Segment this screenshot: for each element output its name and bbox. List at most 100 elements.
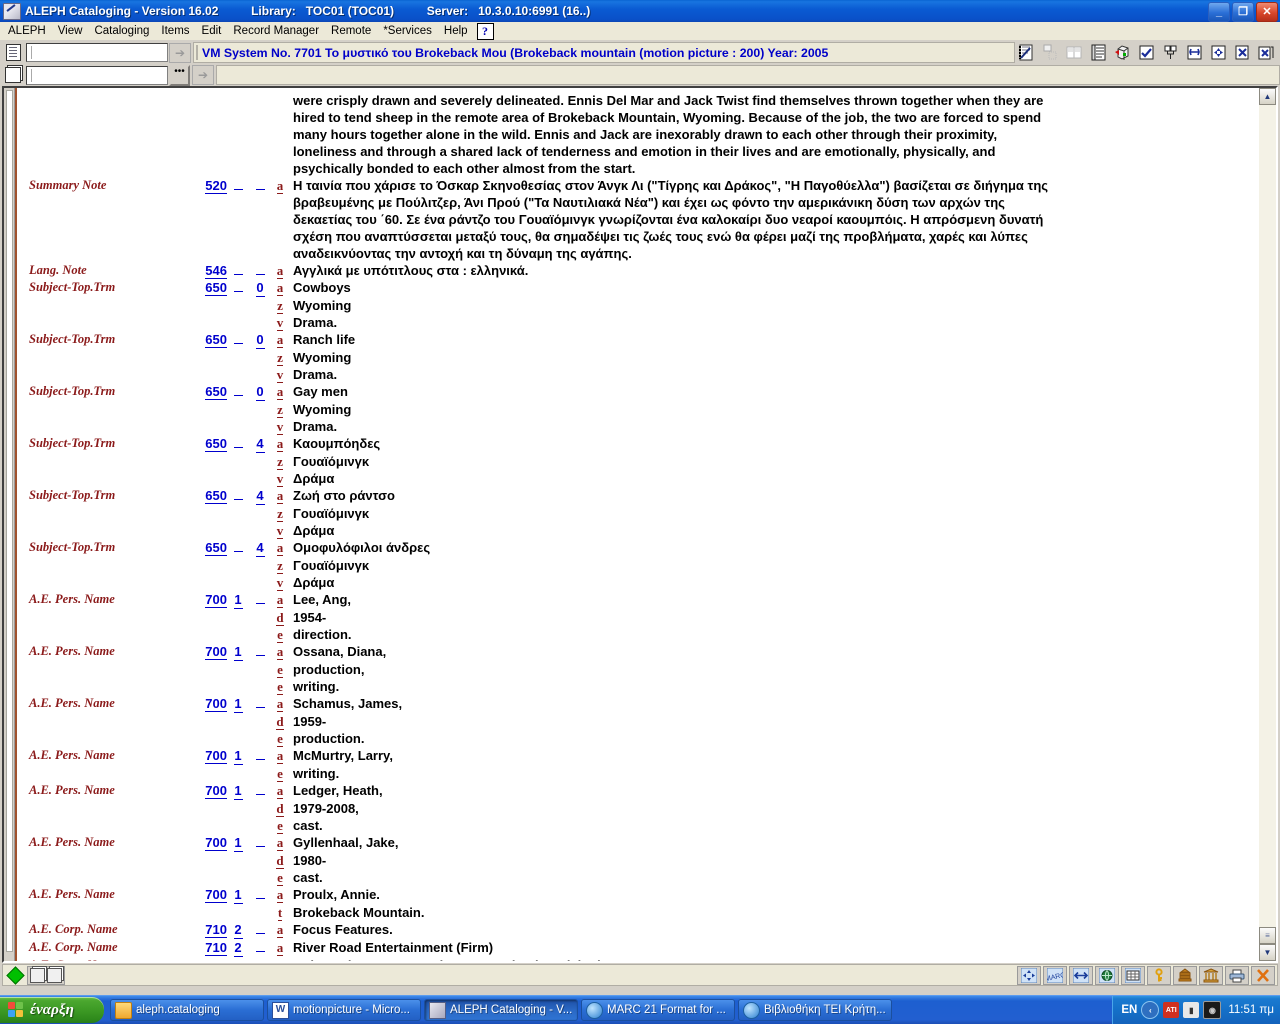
expand-record-icon[interactable] — [1207, 41, 1230, 64]
search-input-1[interactable] — [26, 43, 168, 62]
go-arrow-button-1[interactable]: ➔ — [169, 42, 191, 63]
taskbar-button[interactable]: motionpicture - Micro... — [267, 999, 421, 1021]
marc-field-row[interactable]: Subject-Top.Trm 650 0 a Ranch life — [17, 331, 1258, 349]
marc-field-row[interactable]: A.E. Pers. Name 700 1 a Gyllenhaal, Jake, — [17, 834, 1258, 852]
marc-field-row[interactable]: z Wyoming — [17, 401, 1258, 418]
scroll-up-button[interactable]: ▲ — [1259, 88, 1276, 105]
marc-field-row[interactable]: v Drama. — [17, 366, 1258, 383]
close-record-icon[interactable] — [1231, 41, 1254, 64]
marc-field-row[interactable]: Subject-Top.Trm 650 0 a Cowboys — [17, 279, 1258, 297]
tray-language-indicator[interactable]: EN — [1121, 1004, 1137, 1016]
menu-item-services[interactable]: *Services — [377, 24, 438, 38]
menu-item-cataloging[interactable]: Cataloging — [88, 24, 155, 38]
marc-field-row[interactable]: d 1979-2008, — [17, 800, 1258, 817]
marc-field-row[interactable]: z Wyoming — [17, 297, 1258, 314]
marc-field-row[interactable]: e production. — [17, 730, 1258, 747]
taskbar-button[interactable]: Βιβλιοθήκη ΤΕΙ Κρήτη... — [738, 999, 892, 1021]
navigate-icon[interactable] — [1017, 965, 1041, 985]
search-input-2[interactable] — [26, 65, 168, 85]
taskbar-button[interactable]: MARC 21 Format for ... — [581, 999, 735, 1021]
link-record-icon[interactable] — [1183, 41, 1206, 64]
marc-field-row[interactable]: A.E. Corp. Name7102 aUniversal Home Ente… — [17, 957, 1258, 961]
scroll-thumb[interactable]: ≡ — [1259, 927, 1276, 944]
chevron-icon[interactable]: ‹ — [1141, 1001, 1160, 1019]
swap-icon[interactable] — [1069, 965, 1093, 985]
merge-record-icon[interactable] — [1159, 41, 1182, 64]
marc-field-row[interactable]: A.E. Corp. Name 710 2 a River Road Entertai… — [17, 939, 1258, 957]
help-question-icon[interactable]: ? — [476, 22, 494, 40]
marc-field-row[interactable]: e direction. — [17, 626, 1258, 643]
status-cube-icon-2[interactable] — [47, 967, 62, 983]
marc-field-row[interactable]: A.E. Corp. Name 710 2 a Focus Features. — [17, 921, 1258, 939]
menu-item-edit[interactable]: Edit — [196, 24, 228, 38]
status-cube-group[interactable] — [27, 965, 65, 985]
menu-item-items[interactable]: Items — [155, 24, 195, 38]
marc-field-row[interactable]: A.E. Pers. Name 700 1 a Proulx, Annie. — [17, 886, 1258, 904]
marc-record-scroll-area[interactable]: were crisply drawn and severely delineat… — [15, 88, 1258, 961]
menu-item-aleph[interactable]: ALEPH — [2, 24, 52, 38]
record-document-icon[interactable] — [2, 42, 24, 63]
start-button[interactable]: έναρξη — [0, 997, 104, 1023]
taskbar-button[interactable]: ALEPH Cataloging - V... — [424, 999, 578, 1021]
maximize-button[interactable]: ❐ — [1232, 2, 1254, 22]
marc-field-row[interactable]: v Δράμα — [17, 470, 1258, 487]
close-icon[interactable] — [1251, 965, 1275, 985]
tray-clock[interactable]: 11:51 πμ — [1228, 1004, 1274, 1016]
marc-field-row[interactable]: A.E. Pers. Name 700 1 a Ledger, Heath, — [17, 782, 1258, 800]
menu-item-record-manager[interactable]: Record Manager — [227, 24, 325, 38]
display-icon[interactable]: ◉ — [1203, 1001, 1222, 1019]
marc-field-row[interactable]: Subject-Top.Trm 650 4 a Ζωή στο ράντσο — [17, 487, 1258, 505]
grid-icon[interactable] — [1121, 965, 1145, 985]
marc-field-row[interactable]: z Γουαϊόμινγκ — [17, 505, 1258, 522]
menu-item-remote[interactable]: Remote — [325, 24, 377, 38]
marc-field-row[interactable]: Subject-Top.Trm 650 4 a Ομοφυλόφιλοι άνδρες — [17, 539, 1258, 557]
scroll-track[interactable] — [1259, 105, 1276, 927]
marc-field-row[interactable]: z Γουαϊόμινγκ — [17, 453, 1258, 470]
marc-field-row[interactable]: e writing. — [17, 678, 1258, 695]
marc-field-row[interactable]: e cast. — [17, 817, 1258, 834]
marc-field-row[interactable]: δεκαετίας του ΄60. Σε ένα ράντζο του Γου… — [17, 211, 1258, 228]
marc-field-row[interactable]: A.E. Pers. Name 700 1 a Lee, Ang, — [17, 591, 1258, 609]
library-icon[interactable] — [1199, 965, 1223, 985]
status-cube-icon-1[interactable] — [30, 967, 45, 983]
new-record-icon[interactable] — [1015, 41, 1038, 64]
marc-field-row[interactable]: v Drama. — [17, 418, 1258, 435]
duplicate-record-icon[interactable] — [1039, 41, 1062, 64]
marc-field-row[interactable]: A.E. Pers. Name 700 1 a Ossana, Diana, — [17, 643, 1258, 661]
catalog-icon[interactable] — [1173, 965, 1197, 985]
marc-field-row[interactable]: A.E. Pers. Name 700 1 a Schamus, James, — [17, 695, 1258, 713]
close-all-records-icon[interactable] — [1255, 41, 1278, 64]
minimize-button[interactable]: _ — [1208, 2, 1230, 22]
marc-field-row[interactable]: d 1959- — [17, 713, 1258, 730]
record-box-icon[interactable] — [2, 64, 24, 86]
marc-field-row[interactable]: d 1980- — [17, 852, 1258, 869]
menu-item-help[interactable]: Help — [438, 24, 474, 38]
marc-field-row[interactable]: Summary Note 520 a Η ταινία που χάρισε το … — [17, 177, 1258, 194]
cube-record-icon[interactable] — [1111, 41, 1134, 64]
close-button[interactable]: ✕ — [1256, 2, 1278, 22]
marc-field-row[interactable]: e production, — [17, 661, 1258, 678]
marc-field-row[interactable]: v Drama. — [17, 314, 1258, 331]
copy-record-icon[interactable] — [1063, 41, 1086, 64]
marc-field-row[interactable]: z Γουαϊόμινγκ — [17, 557, 1258, 574]
marc-field-row[interactable]: v Δράμα — [17, 522, 1258, 539]
print-icon[interactable] — [1225, 965, 1249, 985]
marc-field-row[interactable]: σχέση που αναπτύσσεται μεταξύ τους, θα σ… — [17, 228, 1258, 245]
marc-field-row[interactable]: αναδεικνύοντας την αντοχή και τη δύναμη … — [17, 245, 1258, 262]
check-record-icon[interactable] — [1135, 41, 1158, 64]
marc-field-row[interactable]: e cast. — [17, 869, 1258, 886]
marc-field-row[interactable]: t Brokeback Mountain. — [17, 904, 1258, 921]
key-icon[interactable] — [1147, 965, 1171, 985]
scroll-down-button[interactable]: ▼ — [1259, 944, 1276, 961]
marc-field-row[interactable]: A.E. Pers. Name 700 1 a McMurtry, Larry, — [17, 747, 1258, 765]
marc-icon[interactable]: MARC — [1043, 965, 1067, 985]
marc-field-row[interactable]: d 1954- — [17, 609, 1258, 626]
marc-field-row[interactable]: Lang. Note 546 a Αγγλικά με υπότιτλους στα… — [17, 262, 1258, 279]
go-arrow-button-2[interactable]: ➔ — [192, 65, 214, 85]
ati-icon[interactable]: ATI — [1163, 1002, 1180, 1018]
list-record-icon[interactable] — [1087, 41, 1110, 64]
record-vertical-scrollbar[interactable]: ▲ ≡ ▼ — [1258, 88, 1276, 961]
marc-field-row[interactable]: z Wyoming — [17, 349, 1258, 366]
marc-field-row[interactable]: βραβευμένης με Πούλιτζερ, Άνι Πρού ("Τα … — [17, 194, 1258, 211]
browse-dots-button[interactable]: ••• — [169, 64, 190, 86]
